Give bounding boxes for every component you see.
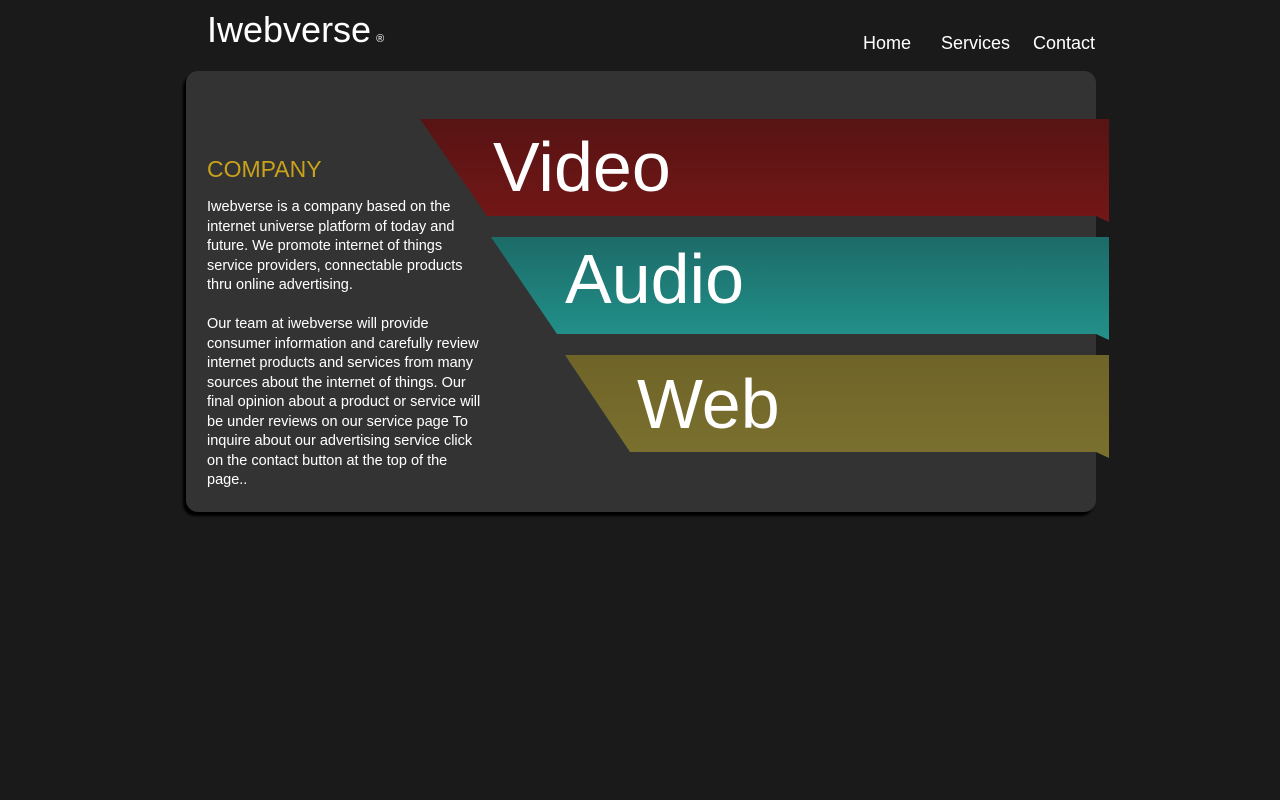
banner-video[interactable]: Video [420, 119, 1109, 222]
page: Iwebverse ® Home Services Contact COMPANY… [0, 0, 1280, 800]
banner-web-label: Web [637, 365, 780, 443]
banner-web[interactable]: Web [565, 355, 1109, 458]
banner-audio[interactable]: Audio [491, 237, 1109, 340]
banner-audio-label: Audio [565, 240, 744, 318]
banner-video-label: Video [493, 128, 671, 206]
service-banners: Video Audio Web [420, 119, 1109, 458]
